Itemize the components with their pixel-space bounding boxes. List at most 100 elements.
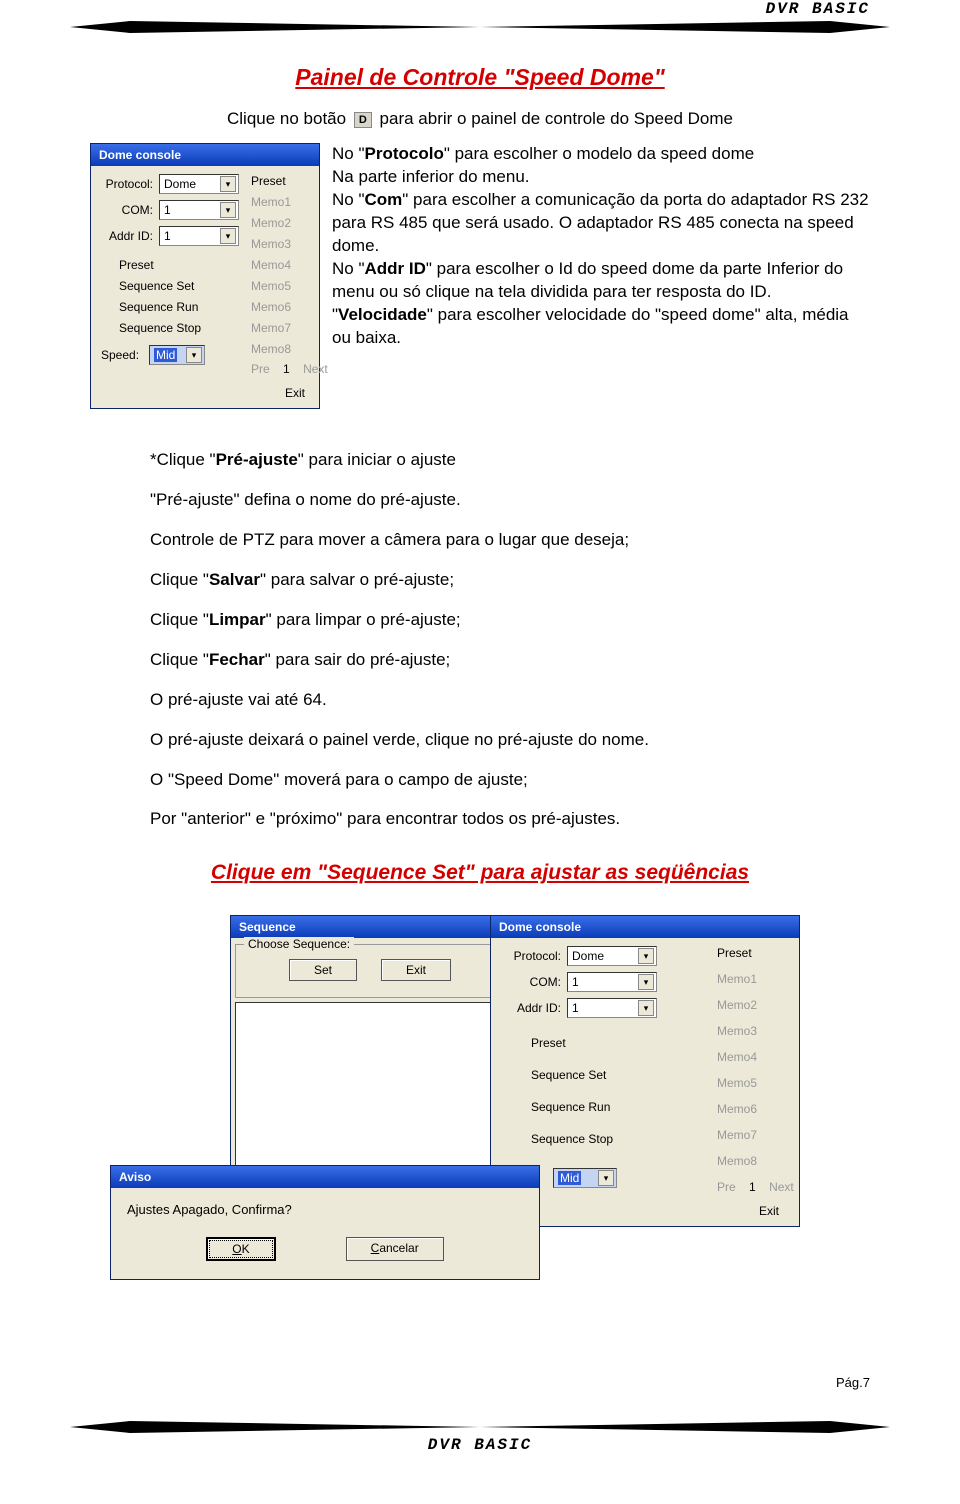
set-button[interactable]: Set bbox=[289, 959, 357, 981]
addr-value: 1 bbox=[572, 1001, 579, 1015]
dome-console-panel-small: Dome console Protocol: Dome ▾ COM: bbox=[90, 143, 320, 409]
memo-item[interactable]: Memo8 bbox=[717, 1154, 789, 1168]
memo-item[interactable]: Memo7 bbox=[717, 1128, 789, 1142]
next-link[interactable]: Next bbox=[303, 362, 328, 376]
panel-title: Sequence bbox=[231, 916, 509, 938]
memo-item[interactable]: Memo3 bbox=[251, 237, 313, 251]
chevron-down-icon[interactable]: ▾ bbox=[220, 176, 236, 192]
chevron-down-icon[interactable]: ▾ bbox=[598, 1170, 614, 1186]
chevron-down-icon[interactable]: ▾ bbox=[220, 202, 236, 218]
cancel-button[interactable]: Cancelar bbox=[346, 1237, 444, 1261]
sequence-set-link[interactable]: Sequence Set bbox=[119, 279, 239, 293]
memo-item[interactable]: Memo6 bbox=[251, 300, 313, 314]
ok-button[interactable]: OK bbox=[206, 1237, 275, 1261]
text: ancelar bbox=[379, 1241, 418, 1255]
page-num: 1 bbox=[749, 1180, 756, 1194]
memo-item[interactable]: Memo1 bbox=[251, 195, 313, 209]
footer-brand: DVR BASIC bbox=[90, 1436, 870, 1454]
exit-link[interactable]: Exit bbox=[759, 1204, 779, 1218]
chevron-down-icon[interactable]: ▾ bbox=[638, 974, 654, 990]
memo-item[interactable]: Memo8 bbox=[251, 342, 313, 356]
text-bold: Protocolo bbox=[365, 144, 444, 163]
protocol-label: Protocol: bbox=[501, 949, 561, 963]
intro-prefix: Clique no botão bbox=[227, 109, 346, 128]
panel-title: Dome console bbox=[91, 144, 319, 166]
preset-link[interactable]: Preset bbox=[119, 258, 239, 272]
sequence-stop-link[interactable]: Sequence Stop bbox=[119, 321, 239, 335]
com-combo[interactable]: 1 ▾ bbox=[567, 972, 657, 992]
text-bold: Pré-ajuste bbox=[216, 450, 298, 469]
intro-suffix: para abrir o painel de controle do Speed… bbox=[380, 109, 733, 128]
com-combo[interactable]: 1 ▾ bbox=[159, 200, 239, 220]
text: Controle de PTZ para mover a câmera para… bbox=[150, 529, 870, 552]
protocol-label: Protocol: bbox=[101, 177, 153, 191]
chevron-down-icon[interactable]: ▾ bbox=[638, 948, 654, 964]
text: O pré-ajuste deixará o painel verde, cli… bbox=[150, 729, 870, 752]
memo-item[interactable]: Memo6 bbox=[717, 1102, 789, 1116]
exit-link[interactable]: Exit bbox=[285, 386, 305, 400]
text-bold: Fechar bbox=[209, 650, 265, 669]
text: K bbox=[242, 1242, 250, 1256]
d-button-icon[interactable]: D bbox=[354, 112, 372, 128]
memo-item[interactable]: Memo2 bbox=[251, 216, 313, 230]
pre-link[interactable]: Pre bbox=[717, 1180, 736, 1194]
aviso-message: Ajustes Apagado, Confirma? bbox=[127, 1202, 523, 1217]
page-num: 1 bbox=[283, 362, 290, 376]
text: Clique " bbox=[150, 570, 209, 589]
memo-item[interactable]: Memo5 bbox=[717, 1076, 789, 1090]
footer-divider bbox=[90, 1420, 870, 1434]
text: " para escolher a comunicação da porta d… bbox=[332, 190, 869, 255]
text: " para salvar o pré-ajuste; bbox=[260, 570, 454, 589]
text-bold: Limpar bbox=[209, 610, 266, 629]
group-title: Choose Sequence: bbox=[244, 937, 354, 951]
memo-item[interactable]: Memo3 bbox=[717, 1024, 789, 1038]
instructions-block: *Clique "Pré-ajuste" para iniciar o ajus… bbox=[150, 449, 870, 831]
protocol-combo[interactable]: Dome ▾ bbox=[567, 946, 657, 966]
addr-combo[interactable]: 1 ▾ bbox=[159, 226, 239, 246]
memo-item[interactable]: Memo7 bbox=[251, 321, 313, 335]
sequence-panel: Sequence Choose Sequence: Set Exit bbox=[230, 915, 510, 1207]
text: " para escolher o modelo da speed dome bbox=[444, 144, 754, 163]
sequence-run-link[interactable]: Sequence Run bbox=[119, 300, 239, 314]
pre-link[interactable]: Pre bbox=[251, 362, 270, 376]
addr-combo[interactable]: 1 ▾ bbox=[567, 998, 657, 1018]
header-divider bbox=[90, 20, 870, 34]
chevron-down-icon[interactable]: ▾ bbox=[186, 347, 202, 363]
text: " para sair do pré-ajuste; bbox=[265, 650, 451, 669]
text: " para iniciar o ajuste bbox=[298, 450, 456, 469]
protocol-combo[interactable]: Dome ▾ bbox=[159, 174, 239, 194]
next-link[interactable]: Next bbox=[769, 1180, 794, 1194]
memo-item[interactable]: Memo2 bbox=[717, 998, 789, 1012]
memo-item[interactable]: Memo1 bbox=[717, 972, 789, 986]
memo-item[interactable]: Memo5 bbox=[251, 279, 313, 293]
text: No " bbox=[332, 144, 365, 163]
speed-value: Mid bbox=[154, 348, 177, 362]
addr-label: Addr ID: bbox=[501, 1001, 561, 1015]
exit-button[interactable]: Exit bbox=[381, 959, 451, 981]
sequence-set-link[interactable]: Sequence Set bbox=[531, 1068, 701, 1082]
com-label: COM: bbox=[501, 975, 561, 989]
text: O bbox=[232, 1242, 241, 1256]
preset-link[interactable]: Preset bbox=[531, 1036, 701, 1050]
sequence-run-link[interactable]: Sequence Run bbox=[531, 1100, 701, 1114]
speed-combo[interactable]: Mid ▾ bbox=[149, 345, 205, 365]
subtitle: Clique em "Sequence Set" para ajustar as… bbox=[90, 861, 870, 885]
text: Clique " bbox=[150, 650, 209, 669]
text: O pré-ajuste vai até 64. bbox=[150, 689, 870, 712]
chevron-down-icon[interactable]: ▾ bbox=[220, 228, 236, 244]
text: *Clique " bbox=[150, 450, 216, 469]
text-bold: Salvar bbox=[209, 570, 260, 589]
preset-memo[interactable]: Preset bbox=[251, 174, 313, 188]
speed-combo[interactable]: Mid ▾ bbox=[553, 1168, 617, 1188]
header-brand: DVR BASIC bbox=[90, 0, 870, 18]
text: O "Speed Dome" moverá para o campo de aj… bbox=[150, 769, 870, 792]
preset-memo[interactable]: Preset bbox=[717, 946, 789, 960]
text: Na parte inferior do menu. bbox=[332, 166, 870, 189]
text: Por "anterior" e "próximo" para encontra… bbox=[150, 808, 870, 831]
memo-item[interactable]: Memo4 bbox=[251, 258, 313, 272]
chevron-down-icon[interactable]: ▾ bbox=[638, 1000, 654, 1016]
addr-value: 1 bbox=[164, 229, 171, 243]
sequence-stop-link[interactable]: Sequence Stop bbox=[531, 1132, 701, 1146]
memo-item[interactable]: Memo4 bbox=[717, 1050, 789, 1064]
addr-label: Addr ID: bbox=[101, 229, 153, 243]
